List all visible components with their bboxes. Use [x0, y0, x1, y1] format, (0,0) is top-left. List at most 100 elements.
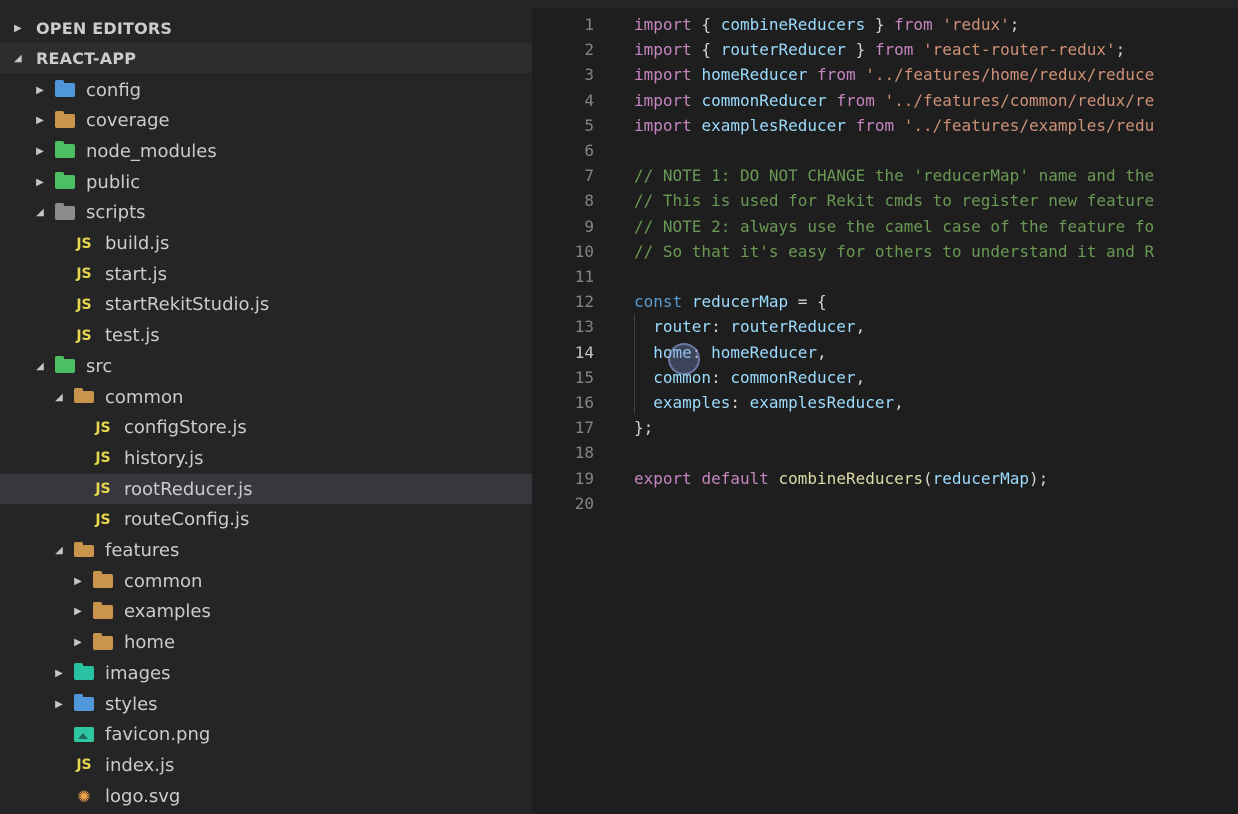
tree-item-coverage[interactable]: ▶ coverage	[0, 106, 532, 136]
chevron-right-icon[interactable]: ▶	[34, 115, 46, 126]
tree-item-label: configStore.js	[124, 417, 247, 439]
tree-item-label: node_modules	[86, 140, 217, 162]
section-open-editors[interactable]: ▶ OPEN EDITORS	[0, 13, 532, 43]
code-line[interactable]: 9 // NOTE 2: always use the camel case of…	[532, 214, 1238, 239]
section-react-app[interactable]: ◢ REACT-APP	[0, 43, 532, 73]
chevron-right-icon[interactable]: ▶	[34, 146, 46, 157]
code-text: // NOTE 1: DO NOT CHANGE the 'reducerMap…	[634, 166, 1154, 185]
chevron-right-icon[interactable]: ▶	[72, 606, 84, 617]
code-line[interactable]: 14 home: homeReducer,	[532, 340, 1238, 365]
tree-item-startrekitstudio-js[interactable]: JS startRekitStudio.js	[0, 290, 532, 320]
line-number: 10	[574, 241, 594, 261]
code-token: homeReducer	[711, 342, 818, 362]
js-file-icon: JS	[76, 296, 92, 313]
code-token: homeReducer	[701, 65, 808, 85]
chevron-right-icon[interactable]: ▶	[72, 637, 84, 648]
code-token: import	[634, 40, 692, 60]
code-token: (	[923, 468, 933, 488]
code-token: from	[855, 115, 895, 135]
line-number: 8	[584, 191, 594, 211]
code-token: ;	[1115, 40, 1126, 60]
code-line[interactable]: 2 import { routerReducer } from 'react-ro…	[532, 37, 1238, 62]
js-file-icon: JS	[95, 450, 111, 467]
chevron-right-icon[interactable]: ▶	[72, 576, 84, 587]
tree-item-src[interactable]: ◢ src	[0, 351, 532, 381]
code-text: import commonReducer from '../features/c…	[634, 91, 1154, 110]
tree-item-features[interactable]: ◢ features	[0, 536, 532, 566]
line-number: 19	[574, 468, 594, 488]
folder-icon	[92, 601, 114, 621]
tree-item-label: images	[105, 662, 171, 684]
code-line[interactable]: 5 import examplesReducer from '../feature…	[532, 113, 1238, 138]
code-line[interactable]: 4 import commonReducer from '../features/…	[532, 88, 1238, 113]
tree-item-label: routeConfig.js	[124, 509, 250, 531]
code-token: router	[653, 317, 712, 337]
code-token: commonReducer	[730, 367, 856, 387]
tree-item-rootreducer-js[interactable]: JS rootReducer.js	[0, 474, 532, 505]
chevron-right-icon[interactable]: ▶	[53, 668, 65, 679]
code-token: reducerMap	[932, 468, 1029, 488]
code-line[interactable]: 10 // So that it's easy for others to und…	[532, 239, 1238, 264]
code-line[interactable]: 20	[532, 491, 1238, 516]
tree-item-label: build.js	[105, 233, 170, 254]
chevron-down-icon[interactable]: ◢	[53, 545, 65, 556]
tree-item-styles[interactable]: ▶ styles	[0, 689, 532, 719]
code-editor[interactable]: 1 import { combineReducers } from 'redux'…	[532, 0, 1238, 814]
js-file-icon: JS	[76, 235, 92, 252]
tree-item-configstore-js[interactable]: JS configStore.js	[0, 413, 532, 443]
code-token: '../features/examples/redu	[903, 115, 1155, 135]
tree-item-public[interactable]: ▶ public	[0, 167, 532, 197]
code-line[interactable]: 18	[532, 440, 1238, 465]
code-text: examples: examplesReducer,	[634, 393, 903, 412]
tree-item-label: home	[124, 632, 176, 654]
tree-item-home[interactable]: ▶ home	[0, 628, 532, 658]
tree-item-favicon-png[interactable]: favicon.png	[0, 720, 532, 750]
code-line[interactable]: 16 examples: examplesReducer,	[532, 390, 1238, 415]
code-line[interactable]: 6	[532, 138, 1238, 163]
code-line[interactable]: 8 // This is used for Rekit cmds to regis…	[532, 188, 1238, 213]
chevron-down-icon: ◢	[14, 52, 22, 64]
tree-item-label: features	[105, 540, 180, 561]
tree-item-config[interactable]: ▶ config	[0, 75, 532, 105]
tree-item-scripts[interactable]: ◢ scripts	[0, 198, 532, 228]
chevron-down-icon[interactable]: ◢	[34, 361, 46, 372]
code-line[interactable]: 1 import { combineReducers } from 'redux'…	[532, 12, 1238, 37]
tree-item-index-js[interactable]: JS index.js	[0, 750, 532, 780]
tree-item-label: rootReducer.js	[124, 478, 253, 500]
tree-item-start-js[interactable]: JS start.js	[0, 259, 532, 289]
chevron-right-icon[interactable]: ▶	[34, 85, 46, 96]
tree-item-node-modules[interactable]: ▶ node_modules	[0, 136, 532, 166]
code-line[interactable]: 3 import homeReducer from '../features/ho…	[532, 62, 1238, 87]
tree-item-test-js[interactable]: JS test.js	[0, 321, 532, 351]
tree-item-label: test.js	[105, 325, 160, 347]
chevron-right-icon[interactable]: ▶	[34, 177, 46, 188]
code-text: router: routerReducer,	[634, 317, 865, 336]
tree-item-label: history.js	[124, 447, 204, 469]
tree-item-logo-svg[interactable]: ✺ logo.svg	[0, 781, 532, 811]
code-line[interactable]: 19 export default combineReducers(reducer…	[532, 466, 1238, 491]
tree-item-routeconfig-js[interactable]: JS routeConfig.js	[0, 505, 532, 535]
tree-item-common[interactable]: ◢ common	[0, 382, 532, 412]
tree-item-examples[interactable]: ▶ examples	[0, 597, 532, 627]
code-line[interactable]: 15 common: commonReducer,	[532, 365, 1238, 390]
chevron-right-icon[interactable]: ▶	[53, 699, 65, 710]
code-line[interactable]: 17};	[532, 415, 1238, 440]
tree-item-common[interactable]: ▶ common	[0, 566, 532, 596]
chevron-down-icon[interactable]: ◢	[34, 207, 46, 218]
tree-item-images[interactable]: ▶ images	[0, 658, 532, 688]
code-line[interactable]: 11	[532, 264, 1238, 289]
code-line[interactable]: 12 const reducerMap = {	[532, 289, 1238, 314]
code-line[interactable]: 13 router: routerReducer,	[532, 314, 1238, 339]
tree-item-history-js[interactable]: JS history.js	[0, 443, 532, 473]
chevron-down-icon[interactable]: ◢	[53, 392, 65, 403]
tree-item-build-js[interactable]: JS build.js	[0, 229, 532, 259]
code-line[interactable]: 7 // NOTE 1: DO NOT CHANGE the 'reducerMa…	[532, 163, 1238, 188]
code-token: ;	[1009, 15, 1020, 34]
code-token: combineReducers	[720, 15, 866, 34]
image-file-icon	[73, 726, 95, 744]
